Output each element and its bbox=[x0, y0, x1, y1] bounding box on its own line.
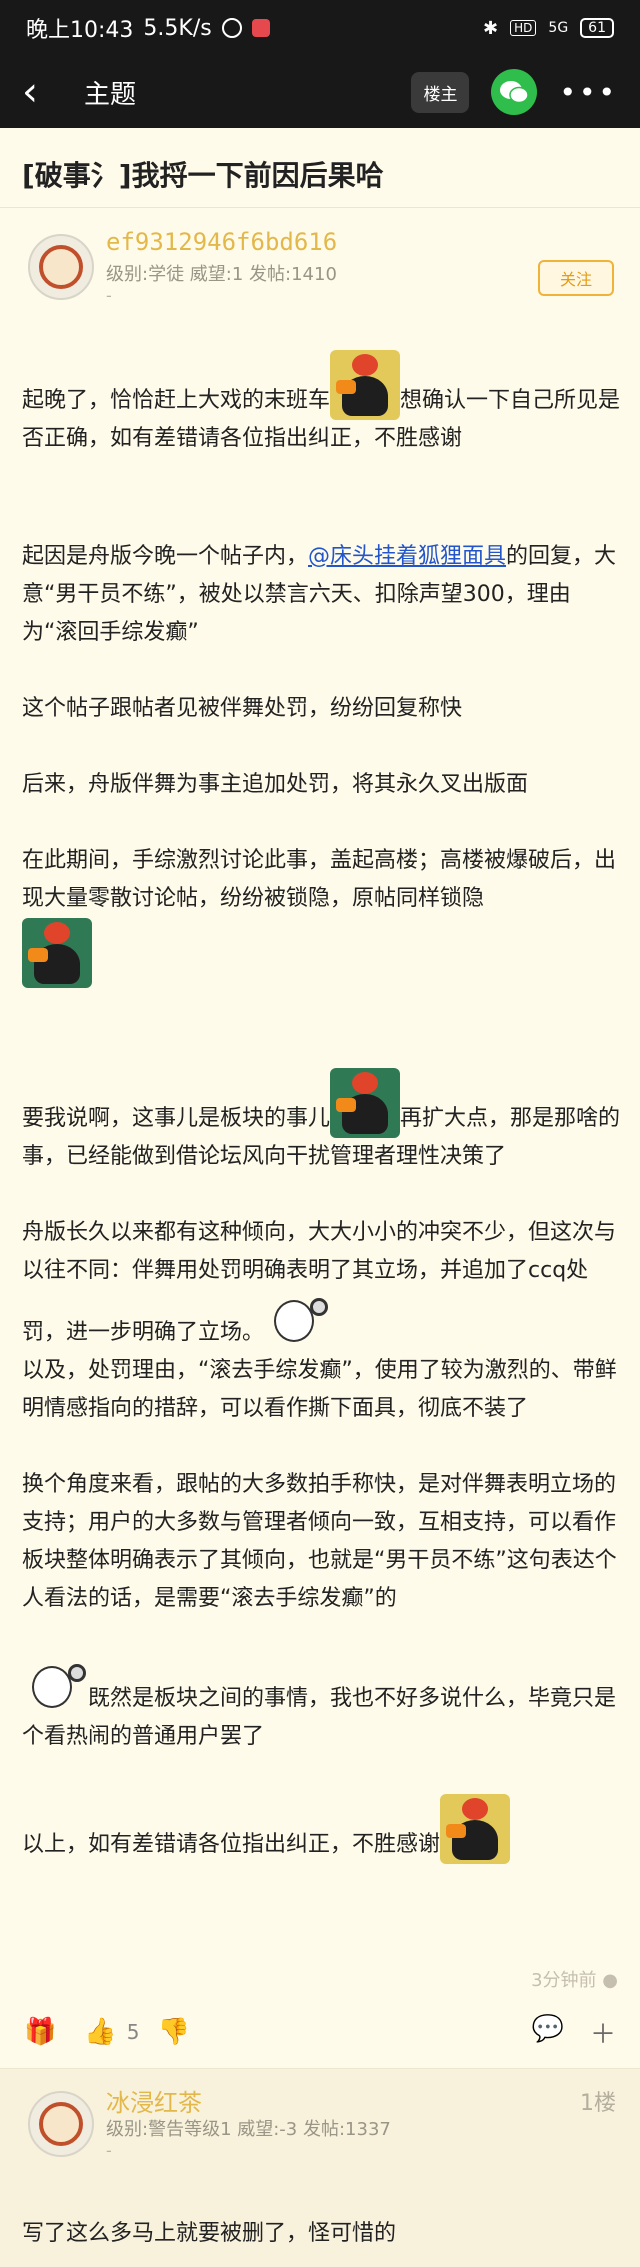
battery-icon: 61 bbox=[580, 18, 614, 38]
nav-bar: ‹ 主题 楼主 ••• bbox=[0, 56, 640, 128]
topic-title: [破事氵]我捋一下前因后果哈 bbox=[0, 128, 640, 208]
post-text: 既然是板块之间的事情，我也不好多说什么，毕竟只是个看热闹的普通用户罢了 bbox=[22, 1686, 617, 1749]
status-time: 晚上10:43 bbox=[26, 18, 134, 43]
author-name[interactable]: ef9312946f6bd616 bbox=[106, 228, 337, 256]
wechat-share-button[interactable] bbox=[491, 69, 538, 115]
hd-badge: HD bbox=[510, 20, 537, 36]
like-count: 5 bbox=[126, 2020, 140, 2044]
more-menu-icon[interactable]: ••• bbox=[559, 76, 618, 109]
alarm-icon bbox=[221, 18, 242, 38]
rooster-sticker-icon bbox=[22, 918, 92, 988]
avatar[interactable] bbox=[28, 2091, 94, 2157]
post-text: 在此期间，手综激烈讨论此事，盖起高楼；高楼被爆破后，出现大量零散讨论帖，纷纷被锁… bbox=[22, 848, 617, 911]
reply-item: 冰浸红茶 1楼 级别:警告等级1 威望:-3 发帖:1337 - 写了这么多马上… bbox=[0, 2068, 640, 2267]
author-meta: 级别:学徒 威望:1 发帖:1410 bbox=[106, 264, 337, 285]
avatar[interactable] bbox=[28, 234, 94, 300]
signal-icon: 5G bbox=[548, 20, 569, 36]
post-timestamp: 3分钟前 ● bbox=[531, 1970, 618, 1991]
notification-icon bbox=[251, 19, 270, 37]
thumbs-up-icon[interactable]: 👍 bbox=[84, 2017, 116, 2047]
mention-link[interactable]: @床头挂着狐狸面具 bbox=[308, 544, 506, 569]
post-text: 后来，舟版伴舞为事主追加处罚，将其永久叉出版面 bbox=[22, 772, 529, 797]
rooster-sticker-icon bbox=[440, 1794, 511, 1864]
follow-button[interactable]: 关注 bbox=[537, 260, 614, 296]
post-text: 起晚了，恰恰赶上大戏的末班车 bbox=[22, 388, 331, 413]
girl-sticker-icon bbox=[264, 1290, 331, 1352]
post-content: 起晚了，恰恰赶上大戏的末班车 想确认一下自己所见是否正确，如有差错请各位指出纠正，… bbox=[22, 350, 622, 1864]
louzhu-button[interactable]: 楼主 bbox=[411, 71, 470, 113]
gift-icon[interactable]: 🎁 bbox=[24, 2017, 56, 2047]
reply-floor: 1楼 bbox=[580, 2091, 616, 2116]
post-actions: 🎁 👍 5 👎 💬 ＋ bbox=[0, 2004, 640, 2060]
nav-title: 主题 bbox=[84, 79, 137, 110]
reply-text: 写了这么多马上就要被删了，怪可惜的 bbox=[22, 2221, 397, 2246]
back-arrow-icon[interactable]: ‹ bbox=[22, 72, 58, 112]
author-header: ef9312946f6bd616 级别:学徒 威望:1 发帖:1410 - 关注 bbox=[0, 216, 640, 316]
post-text: 这个帖子跟帖者见被伴舞处罚，纷纷回复称快 bbox=[22, 696, 463, 721]
reply-author-meta: 级别:警告等级1 威望:-3 发帖:1337 bbox=[106, 2119, 391, 2140]
bluetooth-icon: ✱ bbox=[483, 17, 499, 39]
thumbs-down-icon[interactable]: 👎 bbox=[157, 2017, 189, 2047]
add-icon[interactable]: ＋ bbox=[590, 2014, 616, 2051]
rooster-sticker-icon bbox=[330, 350, 401, 420]
author-signature: - bbox=[106, 286, 112, 305]
post-text: 换个角度来看，跟帖的大多数拍手称快，是对伴舞表明立场的支持；用户的大多数与管理者… bbox=[22, 1472, 617, 1611]
girl-sticker-icon bbox=[22, 1656, 88, 1718]
apple-icon: ● bbox=[602, 1970, 618, 1991]
wechat-icon bbox=[500, 81, 530, 104]
rooster-sticker-icon bbox=[330, 1068, 401, 1138]
comment-icon[interactable]: 💬 bbox=[532, 2014, 564, 2051]
status-bar: 晚上10:43 5.5K/s ✱ HD 5G 61 bbox=[0, 0, 640, 56]
post-text: 要我说啊，这事儿是板块的事儿 bbox=[22, 1106, 331, 1131]
post-text: 以上，如有差错请各位指出纠正，不胜感谢 bbox=[22, 1832, 441, 1857]
post-text: 起因是舟版今晚一个帖子内， bbox=[22, 544, 309, 569]
reply-author-name[interactable]: 冰浸红茶 bbox=[106, 2083, 202, 2118]
network-speed: 5.5K/s bbox=[143, 15, 212, 41]
reply-signature: - bbox=[106, 2141, 112, 2160]
post-text: 以及，处罚理由，“滚去手综发癫”，使用了较为激烈的、带鲜明情感指向的措辞，可以看… bbox=[22, 1358, 617, 1421]
